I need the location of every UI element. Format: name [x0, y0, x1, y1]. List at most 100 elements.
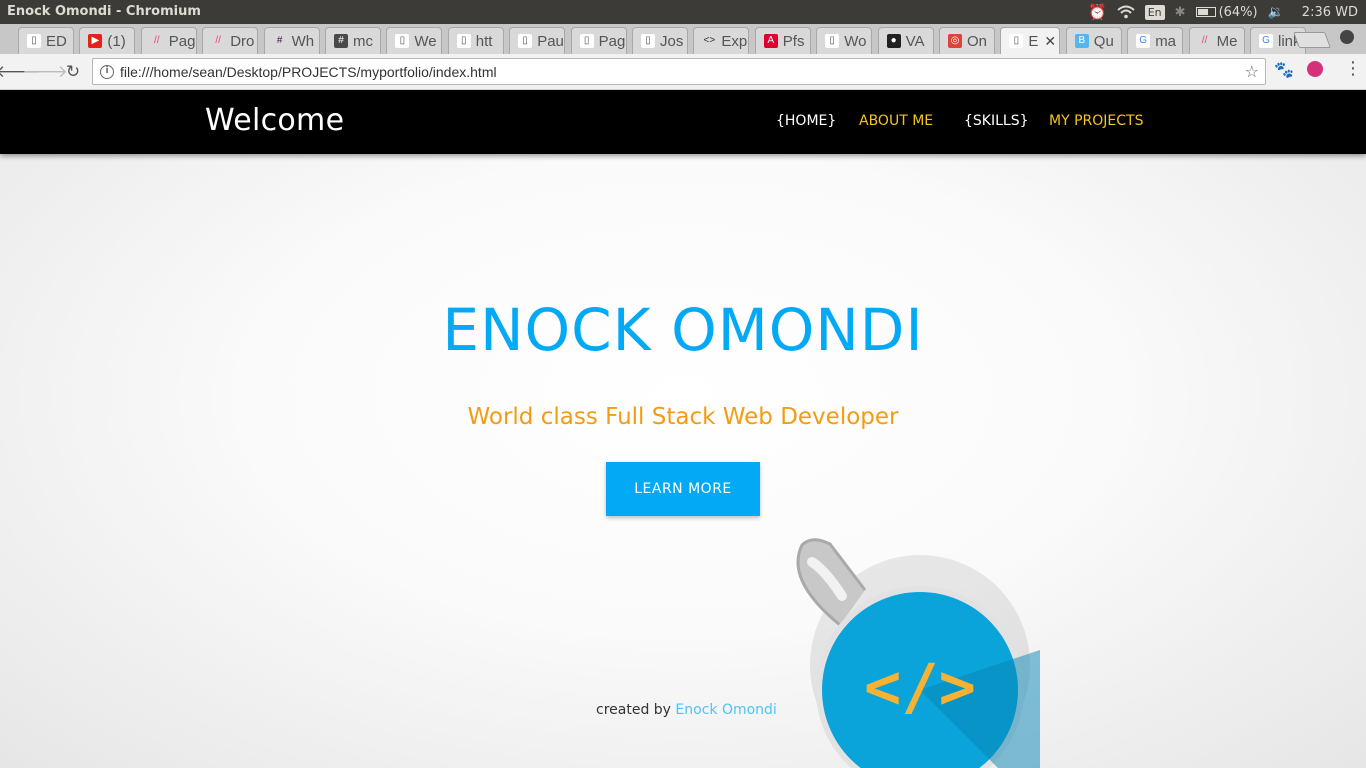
tab-label: Pfs [782, 32, 805, 50]
site-navbar: Welcome {HOME} ABOUT ME {SKILLS} MY PROJ… [0, 90, 1366, 154]
browser-tab[interactable]: ▯ ED [18, 27, 74, 54]
browser-tab[interactable]: <> Exp [693, 27, 750, 54]
browser-tab[interactable]: ▯ We [386, 27, 443, 54]
hackerrank-icon: // [1201, 35, 1208, 46]
alarm-clock-icon[interactable]: ⏰ [1088, 3, 1107, 21]
browser-tab[interactable]: ▶ (1) [79, 27, 136, 54]
clock[interactable]: 2:36 WD [1302, 5, 1358, 20]
os-top-bar: Enock Omondi - Chromium ⏰ En ✱ (64%) 🔉 2… [0, 0, 1366, 24]
close-tab-icon[interactable]: ✕ [1044, 33, 1056, 50]
page-viewport: Welcome {HOME} ABOUT ME {SKILLS} MY PROJ… [0, 90, 1366, 768]
tab-label: VA [905, 32, 925, 50]
bookmark-star-icon[interactable]: ☆ [1245, 62, 1259, 81]
browser-tab[interactable]: # mc [325, 27, 381, 54]
mug-code-symbol: </> [864, 650, 976, 723]
battery-icon [1195, 7, 1216, 17]
bluetooth-icon[interactable]: ✱ [1175, 5, 1186, 20]
nav-link-home[interactable]: {HOME} [776, 113, 836, 129]
tab-label: Exp [721, 32, 748, 50]
extension-icon-pink[interactable] [1307, 61, 1323, 77]
browser-tab[interactable]: // Pag [140, 27, 197, 54]
wifi-icon[interactable] [1117, 5, 1135, 19]
browser-tab[interactable]: ◎ On [939, 27, 995, 54]
document-icon: ▯ [825, 34, 840, 48]
coffee-mug-image: </> [796, 538, 1040, 768]
nav-link-about-me[interactable]: ABOUT ME [859, 113, 933, 129]
tab-label: We [414, 32, 437, 50]
tab-label: Wo [844, 32, 867, 50]
hackerrank-icon: // [215, 35, 221, 46]
browser-tab[interactable]: A Pfs [754, 27, 811, 54]
window-title: Enock Omondi - Chromium [7, 4, 201, 19]
tab-label: Pag [168, 32, 196, 50]
address-bar[interactable]: i file:///home/sean/Desktop/PROJECTS/myp… [92, 58, 1266, 85]
browser-tab[interactable]: ▯ Pag [570, 27, 627, 54]
forward-button[interactable]: 🡒 [22, 60, 68, 84]
battery-indicator[interactable]: (64%) [1195, 5, 1258, 20]
keyboard-layout-indicator[interactable]: En [1144, 4, 1165, 20]
info-icon[interactable]: i [100, 64, 114, 79]
learn-more-button[interactable]: LEARN MORE [606, 462, 760, 516]
browser-tab[interactable]: ▯ Wo [816, 27, 873, 54]
browser-tab[interactable]: ● VA [877, 27, 934, 54]
browser-tab[interactable]: // Dro [202, 27, 259, 54]
browser-tab[interactable]: ▯ Jos [632, 27, 688, 54]
hero-subtitle: World class Full Stack Web Developer [467, 404, 899, 430]
tab-label: Pag [598, 32, 626, 50]
reload-button[interactable]: ↻ [61, 60, 85, 84]
new-tab-button[interactable] [1293, 32, 1331, 48]
document-icon: ▯ [579, 34, 594, 48]
browser-toolbar: 🡐 🡒 ↻ i file:///home/sean/Desktop/PROJEC… [0, 54, 1366, 90]
footer-prefix: created by [596, 702, 671, 718]
browser-tab[interactable]: B Qu [1065, 27, 1122, 54]
nav-link-skills[interactable]: {SKILLS} [964, 113, 1029, 129]
bootstrap-icon: B [1074, 34, 1089, 48]
youtube-icon: ▶ [88, 34, 103, 48]
hash-icon: # [334, 34, 348, 48]
angular-icon: A [763, 34, 778, 48]
nav-link-my-projects[interactable]: MY PROJECTS [1049, 113, 1143, 129]
slack-icon: # [276, 35, 283, 46]
system-tray: ⏰ En ✱ (64%) 🔉 2:36 WD [1088, 0, 1358, 24]
tab-label: Jos [660, 32, 684, 50]
tab-label: Qu [1093, 32, 1114, 50]
chrome-icon: ◎ [948, 34, 962, 48]
tab-label: Dro [230, 32, 255, 50]
browser-tab[interactable]: // Me [1188, 27, 1245, 54]
hero-name: ENOCK OMONDI [442, 296, 924, 364]
browser-tab[interactable]: ▯ Pau [509, 27, 566, 54]
profile-icon[interactable] [1340, 30, 1354, 44]
document-icon: ▯ [27, 34, 41, 48]
document-icon: ▯ [1009, 34, 1024, 48]
tab-label: ED [46, 32, 67, 50]
tab-label: ma [1155, 32, 1177, 50]
menu-kebab-icon[interactable]: ⋮ [1344, 58, 1362, 79]
document-icon: ▯ [395, 34, 410, 48]
tab-label: Wh [291, 32, 315, 50]
tab-label: htt [475, 32, 493, 50]
browser-tab[interactable]: # Wh [263, 27, 320, 54]
github-icon: ● [886, 34, 901, 48]
extension-icon[interactable]: 🐾 [1274, 60, 1294, 79]
browser-tab[interactable]: ▯ E ✕ [1000, 27, 1061, 54]
reload-icon: ↻ [65, 62, 81, 82]
tab-label: Me [1216, 32, 1238, 50]
tab-label: mc [353, 32, 373, 50]
browser-tab[interactable]: Gma [1127, 27, 1184, 54]
tab-label: On [967, 32, 988, 50]
browser-tab[interactable]: ▯ htt [447, 27, 504, 54]
tab-strip: ▯ ED ▶ (1) // Pag // Dro # Wh # mc ▯ We ▯ htt ▯ Pau ▯ Pag ▯ J… [0, 24, 1366, 54]
code-icon: <> [703, 35, 716, 46]
google-icon: G [1259, 34, 1273, 48]
url-text[interactable]: file:///home/sean/Desktop/PROJECTS/mypor… [120, 64, 497, 80]
document-icon: ▯ [456, 34, 471, 48]
footer-author-link[interactable]: Enock Omondi [675, 702, 776, 718]
document-icon: ▯ [641, 34, 655, 48]
tab-label: (1) [107, 32, 126, 50]
document-icon: ▯ [518, 34, 533, 48]
google-icon: G [1136, 34, 1151, 48]
hackerrank-icon: // [154, 35, 160, 46]
site-footer: created by Enock Omondi [596, 702, 777, 718]
site-brand[interactable]: Welcome [205, 103, 344, 138]
volume-icon[interactable]: 🔉 [1268, 5, 1284, 20]
